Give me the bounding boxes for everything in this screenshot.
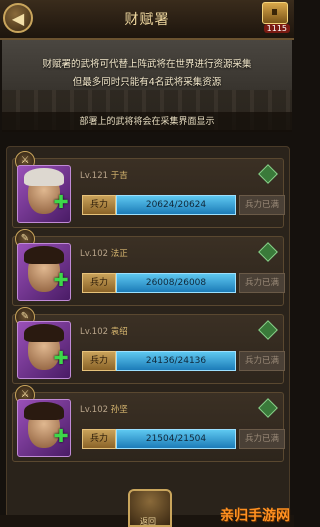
banner-line-2: 但最多同时只能有4名武将采集资源 bbox=[72, 77, 222, 88]
hair-icon bbox=[24, 402, 64, 420]
plus-icon: ✚ bbox=[53, 348, 69, 369]
general-name-text: 于吉 bbox=[110, 171, 128, 181]
general-name-text: 袁绍 bbox=[110, 327, 128, 337]
gem-icon bbox=[258, 242, 278, 262]
gem-icon bbox=[258, 320, 278, 340]
hair-icon bbox=[24, 324, 64, 342]
replenish-button[interactable]: 兵力已满 bbox=[239, 273, 285, 293]
page-title: 财赋署 bbox=[124, 12, 170, 28]
general-name: Lv.102 法正 bbox=[80, 247, 128, 259]
general-level: Lv.102 bbox=[80, 327, 109, 337]
general-card[interactable]: ✎ ✚ Lv.102 法正 兵力 26008/26008 兵力已满 bbox=[12, 229, 285, 306]
replenish-button[interactable]: 兵力已满 bbox=[239, 195, 285, 215]
resource-count: 1115 bbox=[263, 24, 290, 33]
banner-caption: 部署上的武将将会在采集界面显示 bbox=[2, 112, 292, 132]
watermark: 亲归手游网 bbox=[220, 508, 290, 524]
plus-icon: ✚ bbox=[53, 192, 69, 213]
troop-bar: 20624/20624 bbox=[116, 195, 236, 215]
plus-icon: ✚ bbox=[53, 426, 69, 447]
gem-icon bbox=[258, 164, 278, 184]
general-name: Lv.102 袁绍 bbox=[80, 325, 128, 337]
troop-label: 兵力 bbox=[82, 429, 116, 449]
hair-icon bbox=[24, 168, 64, 186]
general-name-text: 法正 bbox=[110, 249, 128, 259]
replenish-button[interactable]: 兵力已满 bbox=[239, 429, 285, 449]
troop-label: 兵力 bbox=[82, 195, 116, 215]
troop-label: 兵力 bbox=[82, 273, 116, 293]
return-label[interactable]: 返回 bbox=[128, 516, 168, 527]
hair-icon bbox=[24, 246, 64, 264]
general-level: Lv.121 bbox=[80, 171, 109, 181]
general-card[interactable]: ✎ ✚ Lv.102 袁绍 兵力 24136/24136 兵力已满 bbox=[12, 307, 285, 384]
troop-bar: 21504/21504 bbox=[116, 429, 236, 449]
general-name-text: 孙坚 bbox=[110, 405, 128, 415]
general-level: Lv.102 bbox=[80, 405, 109, 415]
troop-label: 兵力 bbox=[82, 351, 116, 371]
troop-bar: 26008/26008 bbox=[116, 273, 236, 293]
replenish-button[interactable]: 兵力已满 bbox=[239, 351, 285, 371]
general-card[interactable]: ⚔ ✚ Lv.121 于吉 兵力 20624/20624 兵力已满 bbox=[12, 151, 285, 228]
general-level: Lv.102 bbox=[80, 249, 109, 259]
troop-bar: 24136/24136 bbox=[116, 351, 236, 371]
treasure-chest-icon[interactable] bbox=[262, 2, 288, 24]
general-name: Lv.121 于吉 bbox=[80, 169, 128, 181]
general-name: Lv.102 孙坚 bbox=[80, 403, 128, 415]
top-bar: ◀ 财赋署 1115 bbox=[0, 0, 294, 40]
gem-icon bbox=[258, 398, 278, 418]
banner-line-1: 财赋署的武将可代替上阵武将在世界进行资源采集 bbox=[42, 59, 252, 70]
plus-icon: ✚ bbox=[53, 270, 69, 291]
general-card[interactable]: ⚔ ✚ Lv.102 孙坚 兵力 21504/21504 兵力已满 bbox=[12, 385, 285, 462]
